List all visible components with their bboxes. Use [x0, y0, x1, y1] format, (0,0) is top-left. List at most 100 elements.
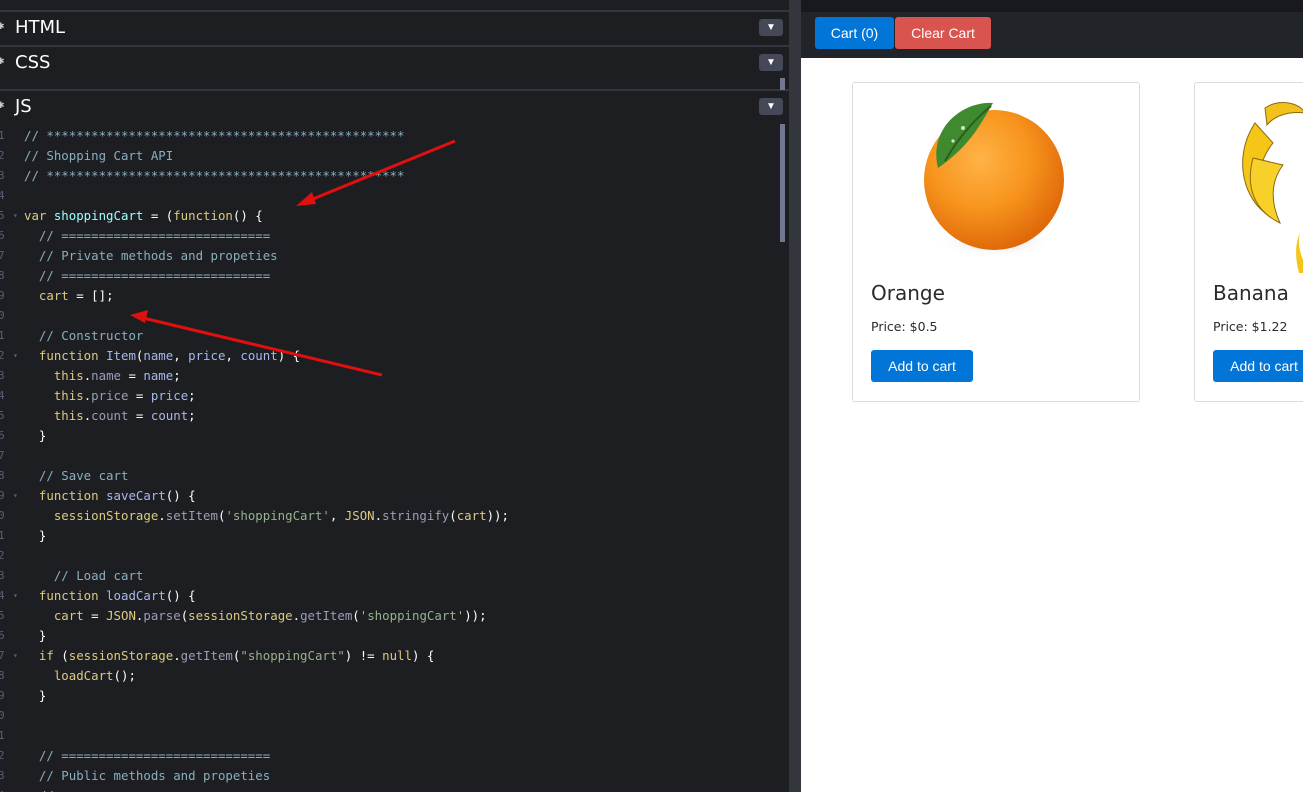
product-card-banana: Banana Price: $1.22 Add to cart: [1194, 82, 1303, 402]
line-number: 7: [0, 449, 5, 462]
code-line[interactable]: 9 cart = [];: [0, 286, 780, 306]
line-number: 6: [0, 429, 5, 442]
code-line[interactable]: 4 // ============================: [0, 786, 780, 792]
code-line[interactable]: 4: [0, 186, 780, 206]
js-scrollbar-thumb[interactable]: [780, 124, 785, 242]
line-number: 7: [0, 249, 5, 262]
code-line[interactable]: 4 ▾ function loadCart() {: [0, 586, 780, 606]
code-line[interactable]: 7 ▾ if (sessionStorage.getItem("shoppingC…: [0, 646, 780, 666]
gear-icon[interactable]: ✱: [0, 101, 6, 110]
code-line[interactable]: 2: [0, 546, 780, 566]
code-line[interactable]: 5 this.count = count;: [0, 406, 780, 426]
fold-toggle-icon[interactable]: ▾: [13, 486, 18, 506]
line-number: 3: [0, 769, 5, 782]
line-number: 9: [0, 289, 5, 302]
code-line[interactable]: 9 ▾ function saveCart() {: [0, 486, 780, 506]
fold-toggle-icon[interactable]: ▾: [13, 206, 18, 226]
code-text: // Constructor: [38, 328, 144, 343]
pane-resize-handle[interactable]: [789, 0, 801, 792]
line-number: 9: [0, 489, 5, 502]
line-number: 5: [0, 409, 5, 422]
line-number: 3: [0, 569, 5, 582]
code-line[interactable]: 3 // Load cart: [0, 566, 780, 586]
line-number: 6: [0, 629, 5, 642]
js-code-editor[interactable]: 1 // ************************************…: [0, 122, 789, 792]
code-line[interactable]: 0 sessionStorage.setItem('shoppingCart',…: [0, 506, 780, 526]
line-number: 5: [0, 209, 5, 222]
add-to-cart-button[interactable]: Add to cart: [871, 350, 973, 382]
css-scrollbar-thumb[interactable]: [780, 78, 785, 90]
line-number: 4: [0, 589, 5, 602]
code-text: }: [24, 688, 47, 703]
line-number: 1: [0, 129, 5, 142]
code-line[interactable]: 2 // ============================: [0, 746, 780, 766]
code-line[interactable]: 2 // Shopping Cart API: [0, 146, 780, 166]
line-number: 8: [0, 269, 5, 282]
line-number: 5: [0, 609, 5, 622]
line-number: 7: [0, 649, 5, 662]
line-number: 0: [0, 709, 5, 722]
code-line[interactable]: 9 }: [0, 686, 780, 706]
code-text: // ============================: [38, 228, 271, 243]
chevron-down-icon[interactable]: ▼: [759, 19, 783, 36]
js-panel-header[interactable]: ✱ JS ▼: [0, 89, 789, 122]
add-to-cart-button[interactable]: Add to cart: [1213, 350, 1303, 382]
html-panel-header[interactable]: ✱ HTML ▼: [0, 10, 789, 42]
code-line[interactable]: 7 // Private methods and propeties: [0, 246, 780, 266]
code-text: function Item(name, price, count) {: [38, 348, 301, 363]
code-text: }: [24, 528, 47, 543]
line-number: 2: [0, 149, 5, 162]
code-line[interactable]: 0: [0, 306, 780, 326]
code-line[interactable]: 3 // Public methods and propeties: [0, 766, 780, 786]
code-line[interactable]: 3 this.name = name;: [0, 366, 780, 386]
code-line[interactable]: 2 ▾ function Item(name, price, count) {: [0, 346, 780, 366]
code-text: this.price = price;: [53, 388, 196, 403]
orange-image: [853, 83, 1139, 273]
code-text: }: [24, 428, 47, 443]
gear-icon[interactable]: ✱: [0, 57, 6, 66]
line-number: 3: [0, 169, 5, 182]
chevron-down-icon[interactable]: ▼: [759, 98, 783, 115]
code-line[interactable]: 1 }: [0, 526, 780, 546]
css-panel-header[interactable]: ✱ CSS ▼: [0, 45, 789, 77]
code-line[interactable]: 6 }: [0, 626, 780, 646]
code-line[interactable]: 8 // Save cart: [0, 466, 780, 486]
code-line[interactable]: 8 loadCart();: [0, 666, 780, 686]
code-line[interactable]: 3 // ************************************…: [0, 166, 780, 186]
code-line[interactable]: 4 this.price = price;: [0, 386, 780, 406]
fold-toggle-icon[interactable]: ▾: [13, 346, 18, 366]
code-text: // Public methods and propeties: [38, 768, 271, 783]
banana-image: [1195, 83, 1303, 273]
code-line[interactable]: 5 ▾ var shoppingCart = (function() {: [0, 206, 780, 226]
css-editor-collapsed: [0, 77, 789, 89]
code-text: cart = JSON.parse(sessionStorage.getItem…: [53, 608, 487, 623]
code-text: loadCart();: [53, 668, 136, 683]
code-text: // Load cart: [53, 568, 144, 583]
line-number: 2: [0, 749, 5, 762]
code-line[interactable]: 6 }: [0, 426, 780, 446]
code-line[interactable]: 1: [0, 726, 780, 746]
clear-cart-button[interactable]: Clear Cart: [895, 17, 991, 49]
code-text: cart = [];: [38, 288, 114, 303]
code-line[interactable]: 7: [0, 446, 780, 466]
fold-toggle-icon[interactable]: ▾: [13, 586, 18, 606]
product-card-orange: Orange Price: $0.5 Add to cart: [852, 82, 1140, 402]
fold-toggle-icon[interactable]: ▾: [13, 646, 18, 666]
line-number: 2: [0, 549, 5, 562]
code-line[interactable]: 0: [0, 706, 780, 726]
product-price: Price: $0.5: [871, 319, 938, 334]
gear-icon[interactable]: ✱: [0, 22, 6, 31]
cart-button[interactable]: Cart (0): [815, 17, 894, 49]
code-text: // *************************************…: [24, 128, 405, 143]
result-preview: Cart (0) Clear Cart Orange Price: $0.5 A…: [801, 0, 1303, 792]
code-text: }: [24, 628, 47, 643]
chevron-down-icon[interactable]: ▼: [759, 54, 783, 71]
navbar-top-strip: [801, 0, 1303, 12]
code-line[interactable]: 1 // Constructor: [0, 326, 780, 346]
code-text: function loadCart() {: [38, 588, 196, 603]
code-line[interactable]: 1 // ************************************…: [0, 126, 780, 146]
code-text: if (sessionStorage.getItem("shoppingCart…: [38, 648, 435, 663]
code-line[interactable]: 5 cart = JSON.parse(sessionStorage.getIt…: [0, 606, 780, 626]
code-line[interactable]: 6 // ============================: [0, 226, 780, 246]
code-line[interactable]: 8 // ============================: [0, 266, 780, 286]
